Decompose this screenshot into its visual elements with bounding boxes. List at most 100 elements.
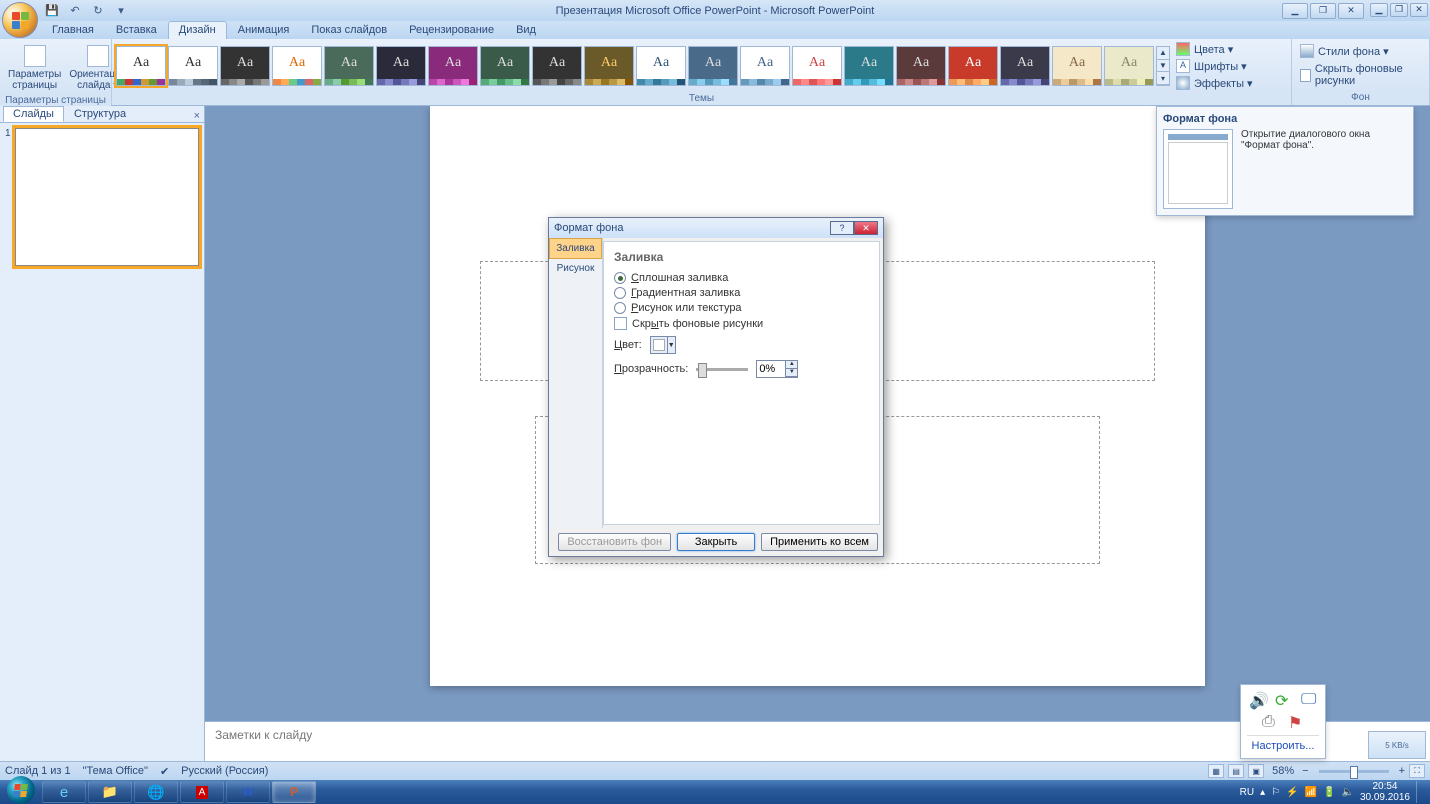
dialog-titlebar[interactable]: Формат фона ? ✕ bbox=[549, 218, 883, 238]
theme-thumb-19[interactable]: Aa bbox=[1052, 46, 1102, 86]
transparency-spinner[interactable]: ▲▼ bbox=[756, 360, 798, 378]
theme-thumb-18[interactable]: Aa bbox=[1000, 46, 1050, 86]
theme-colors-button[interactable]: Цвета ▾ bbox=[1174, 41, 1255, 57]
tray-action-center-icon[interactable]: ⚐ bbox=[1271, 787, 1280, 798]
theme-thumb-6[interactable]: Aa bbox=[376, 46, 426, 86]
spellcheck-icon[interactable]: ✔ bbox=[160, 765, 169, 778]
radio-solid-fill[interactable]: Сплошная заливка bbox=[614, 272, 869, 284]
outer-close-button[interactable]: ✕ bbox=[1410, 3, 1428, 17]
tray-lang[interactable]: RU bbox=[1240, 787, 1254, 798]
redo-icon[interactable]: ↻ bbox=[90, 3, 106, 19]
tab-view[interactable]: Вид bbox=[505, 21, 547, 39]
pane-close-icon[interactable]: × bbox=[194, 110, 200, 122]
tray-customize-link[interactable]: Настроить... bbox=[1247, 735, 1319, 752]
tray-network-icon[interactable]: 📶 bbox=[1305, 787, 1317, 798]
fit-to-window-button[interactable]: ⛶ bbox=[1409, 764, 1425, 778]
taskbar-word[interactable]: W bbox=[226, 781, 270, 803]
tab-animation[interactable]: Анимация bbox=[227, 21, 301, 39]
tab-review[interactable]: Рецензирование bbox=[398, 21, 505, 39]
tab-insert[interactable]: Вставка bbox=[105, 21, 168, 39]
tab-home[interactable]: Главная bbox=[41, 21, 105, 39]
close-button[interactable]: Закрыть bbox=[677, 533, 755, 551]
theme-thumb-10[interactable]: Aa bbox=[584, 46, 634, 86]
tray-power-icon[interactable]: ⚡ bbox=[1286, 787, 1298, 798]
tray-volume-icon[interactable]: 🔊 bbox=[1249, 691, 1265, 707]
tray-sync-icon[interactable]: ⟳ bbox=[1275, 691, 1291, 707]
zoom-out-button[interactable]: − bbox=[1302, 765, 1308, 777]
theme-thumb-3[interactable]: Aa bbox=[220, 46, 270, 86]
theme-thumb-11[interactable]: Aa bbox=[636, 46, 686, 86]
view-sorter-button[interactable]: ▤ bbox=[1228, 764, 1244, 778]
taskbar-ie[interactable]: e bbox=[42, 781, 86, 803]
radio-gradient-fill[interactable]: Градиентная заливка bbox=[614, 287, 869, 299]
taskbar-adobe[interactable]: A bbox=[180, 781, 224, 803]
tray-battery-icon[interactable]: 🔋 bbox=[1323, 787, 1335, 798]
outer-minimize-button[interactable]: ▁ bbox=[1370, 3, 1388, 17]
pane-tab-outline[interactable]: Структура bbox=[64, 106, 136, 122]
fill-color-button[interactable]: ▼ bbox=[650, 336, 676, 354]
background-styles-button[interactable]: Стили фона ▾ bbox=[1298, 43, 1391, 59]
transparency-input[interactable] bbox=[757, 361, 785, 377]
theme-effects-button[interactable]: Эффекты ▾ bbox=[1174, 75, 1255, 91]
theme-thumb-12[interactable]: Aa bbox=[688, 46, 738, 86]
status-language[interactable]: Русский (Россия) bbox=[181, 765, 268, 777]
tray-display-icon[interactable]: 🖵 bbox=[1301, 691, 1317, 707]
pane-tab-slides[interactable]: Слайды bbox=[3, 106, 64, 122]
outer-restore-button[interactable]: ❐ bbox=[1390, 3, 1408, 17]
theme-thumb-17[interactable]: Aa bbox=[948, 46, 998, 86]
thumbnail-1[interactable]: 1 bbox=[5, 128, 199, 266]
restore-background-button[interactable]: Восстановить фон bbox=[558, 533, 671, 551]
save-icon[interactable]: 💾 bbox=[44, 3, 60, 19]
taskbar-powerpoint[interactable]: P bbox=[272, 781, 316, 803]
theme-thumb-8[interactable]: Aa bbox=[480, 46, 530, 86]
theme-thumb-15[interactable]: Aa bbox=[844, 46, 894, 86]
theme-thumb-2[interactable]: Aa bbox=[168, 46, 218, 86]
theme-thumb-13[interactable]: Aa bbox=[740, 46, 790, 86]
view-slideshow-button[interactable]: ▣ bbox=[1248, 764, 1264, 778]
hide-bg-graphics-checkbox[interactable]: Скрыть фоновые рисунки bbox=[1298, 62, 1423, 88]
zoom-percent[interactable]: 58% bbox=[1272, 765, 1294, 777]
app-close-button[interactable]: ✕ bbox=[1338, 3, 1364, 19]
tray-printer-icon[interactable]: ⎙ bbox=[1262, 713, 1278, 729]
dialog-close-x-button[interactable]: ✕ bbox=[854, 221, 878, 235]
theme-thumb-9[interactable]: Aa bbox=[532, 46, 582, 86]
tray-overflow-icon[interactable]: ▴ bbox=[1260, 787, 1265, 798]
theme-fonts-button[interactable]: AШрифты ▾ bbox=[1174, 58, 1255, 74]
theme-thumb-16[interactable]: Aa bbox=[896, 46, 946, 86]
start-button[interactable] bbox=[0, 780, 41, 804]
app-restore-button[interactable]: ❐ bbox=[1310, 3, 1336, 19]
spin-up-icon[interactable]: ▲ bbox=[786, 361, 797, 369]
theme-gallery-more[interactable]: ▲▼▾ bbox=[1156, 46, 1170, 86]
dialog-heading: Заливка bbox=[614, 250, 869, 264]
page-setup-button[interactable]: Параметры страницы bbox=[4, 41, 65, 93]
zoom-slider[interactable] bbox=[1319, 770, 1389, 773]
radio-picture-fill[interactable]: Рисунок или текстура bbox=[614, 302, 869, 314]
theme-thumb-4[interactable]: Aa bbox=[272, 46, 322, 86]
theme-thumb-20[interactable]: Aa bbox=[1104, 46, 1154, 86]
transparency-slider[interactable] bbox=[696, 368, 748, 371]
spin-down-icon[interactable]: ▼ bbox=[786, 369, 797, 377]
theme-thumb-5[interactable]: Aa bbox=[324, 46, 374, 86]
tab-slideshow[interactable]: Показ слайдов bbox=[300, 21, 398, 39]
tray-speaker-icon[interactable]: 🔈 bbox=[1341, 787, 1353, 798]
office-button[interactable] bbox=[2, 2, 38, 38]
theme-thumb-1[interactable]: Aa bbox=[116, 46, 166, 86]
checkbox-hide-bg[interactable]: Скрыть фоновые рисунки bbox=[614, 317, 869, 330]
tray-clock[interactable]: 20:54 30.09.2016 bbox=[1360, 781, 1410, 803]
dialog-help-button[interactable]: ? bbox=[830, 221, 854, 235]
theme-thumb-14[interactable]: Aa bbox=[792, 46, 842, 86]
apply-to-all-button[interactable]: Применить ко всем bbox=[761, 533, 878, 551]
show-desktop-button[interactable] bbox=[1416, 781, 1424, 803]
zoom-in-button[interactable]: + bbox=[1399, 765, 1405, 777]
app-minimize-button[interactable]: ▁ bbox=[1282, 3, 1308, 19]
qat-more-icon[interactable]: ▾ bbox=[113, 3, 129, 19]
view-normal-button[interactable]: ▦ bbox=[1208, 764, 1224, 778]
taskbar-chrome[interactable]: 🌐 bbox=[134, 781, 178, 803]
taskbar-explorer[interactable]: 📁 bbox=[88, 781, 132, 803]
tab-design[interactable]: Дизайн bbox=[168, 21, 227, 39]
undo-icon[interactable]: ↶ bbox=[67, 3, 83, 19]
dialog-cat-picture[interactable]: Рисунок bbox=[549, 259, 602, 278]
tray-shield-icon[interactable]: ⚑ bbox=[1288, 713, 1304, 729]
dialog-cat-fill[interactable]: Заливка bbox=[549, 238, 602, 259]
theme-thumb-7[interactable]: Aa bbox=[428, 46, 478, 86]
